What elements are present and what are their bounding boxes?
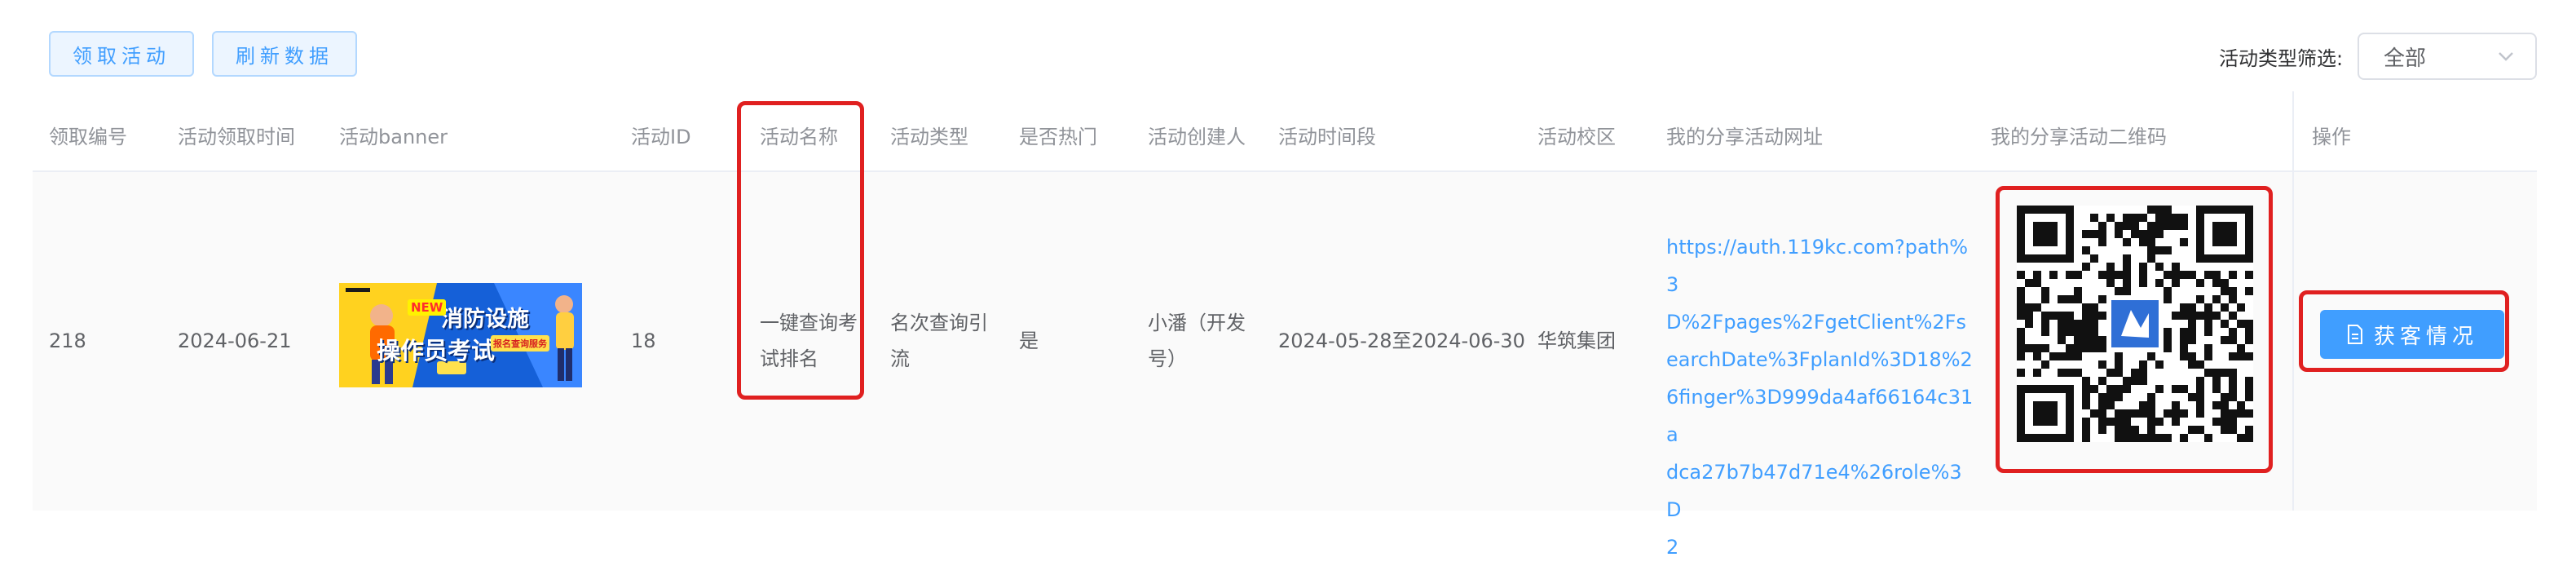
- banner-title-line2: 操作员考试: [377, 337, 496, 365]
- column-header-share-qr: 我的分享活动二维码: [1991, 126, 2167, 148]
- cell-activity-type-line2: 流: [890, 347, 910, 370]
- column-header-activity-id: 活动ID: [631, 126, 691, 148]
- column-header-is-hot: 是否热门: [1019, 126, 1097, 148]
- claim-activity-button[interactable]: 领取活动: [49, 31, 194, 77]
- chevron-down-icon: [2499, 52, 2513, 61]
- activity-type-select[interactable]: 全部: [2358, 33, 2537, 80]
- cell-campus: 华筑集团: [1537, 329, 1616, 352]
- cell-creator-line1: 小潘（开发: [1148, 312, 1246, 334]
- column-header-period: 活动时间段: [1278, 126, 1376, 148]
- banner-new-badge: NEW: [408, 299, 447, 316]
- cell-activity-type-line1: 名次查询引: [890, 312, 988, 334]
- activity-type-filter-label: 活动类型筛选:: [2219, 47, 2344, 70]
- column-header-share-url: 我的分享活动网址: [1666, 126, 1823, 148]
- column-header-creator: 活动创建人: [1148, 126, 1246, 148]
- banner-title-line1: 消防设施: [441, 307, 529, 332]
- cell-creator-line2: 号）: [1148, 347, 1187, 370]
- share-url-line: 6finger%3D999da4af66164c31a: [1666, 386, 1974, 446]
- column-header-banner: 活动banner: [339, 126, 448, 148]
- share-url-line: https://auth.119kc.com?path%3: [1666, 236, 1969, 296]
- refresh-data-button[interactable]: 刷新数据: [212, 31, 357, 77]
- share-url-line: D%2Fpages%2FgetClient%2Fs: [1666, 311, 1966, 334]
- column-header-actions: 操作: [2312, 126, 2351, 148]
- actions-column-divider: [2292, 91, 2294, 511]
- activity-type-select-value: 全部: [2384, 46, 2427, 71]
- banner-subtitle-tag: 报名查询服务: [491, 335, 549, 352]
- share-url-line: 2: [1666, 536, 1679, 559]
- highlight-action-button: [2299, 290, 2509, 372]
- share-url-link[interactable]: https://auth.119kc.com?path%3 D%2Fpages%…: [1666, 228, 1976, 566]
- highlight-qr-code: [1996, 186, 2273, 473]
- cell-claim-time: 2024-06-21: [178, 329, 292, 352]
- column-header-claim-no: 领取编号: [49, 126, 127, 148]
- share-url-line: earchDate%3FplanId%3D18%2: [1666, 348, 1973, 371]
- cell-claim-no: 218: [49, 329, 86, 352]
- cell-is-hot: 是: [1019, 329, 1039, 352]
- column-header-claim-time: 活动领取时间: [178, 126, 295, 148]
- share-url-line: dca27b7b47d71e4%26role%3D: [1666, 461, 1962, 521]
- activity-banner-image: 消防设施 操作员考试 NEW 报名查询服务: [339, 283, 582, 387]
- column-header-activity-type: 活动类型: [890, 126, 968, 148]
- column-header-campus: 活动校区: [1537, 126, 1616, 148]
- cell-period: 2024-05-28至2024-06-30: [1278, 329, 1525, 352]
- cell-activity-id: 18: [631, 329, 656, 352]
- highlight-activity-name: [737, 101, 864, 400]
